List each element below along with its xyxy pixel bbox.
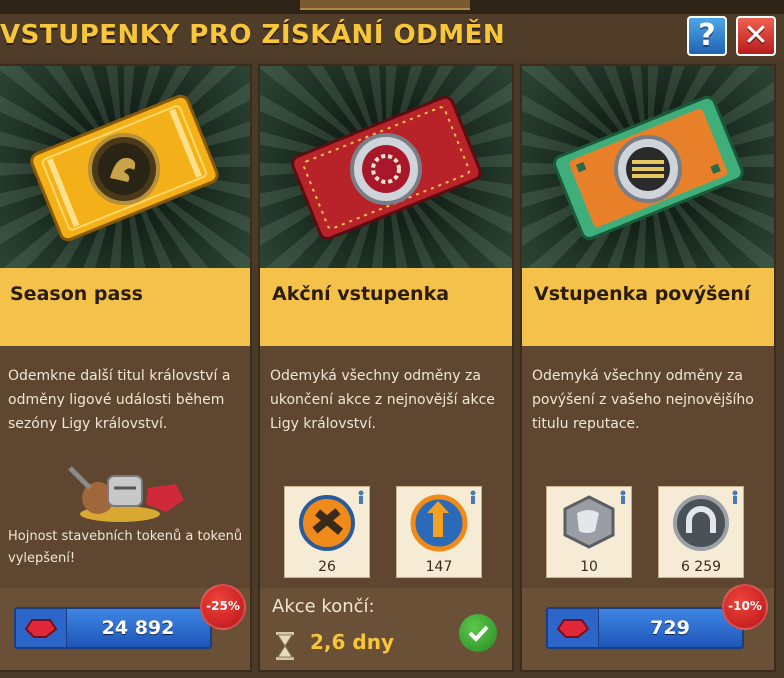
card-footer: Akce končí: 2,6 dny <box>260 588 512 670</box>
hourglass-icon <box>276 632 294 660</box>
red-ticket-icon <box>291 95 482 241</box>
ticket-art <box>522 66 774 268</box>
green-ticket-icon <box>553 95 744 241</box>
card-akcni-vstupenka[interactable]: Akční vstupenka Odemyká všechny odměny z… <box>260 66 512 670</box>
gem-icon <box>556 619 590 638</box>
top-strip <box>0 0 784 14</box>
card-footer: 24 892 -25% <box>0 584 250 670</box>
price-label: 729 <box>650 617 690 639</box>
card-bonus-text: Hojnost stavebních tokenů a tokenů vylep… <box>8 529 243 566</box>
owned-check-icon <box>459 614 497 652</box>
reward-item[interactable]: 26 <box>284 486 370 578</box>
info-icon[interactable] <box>730 490 740 504</box>
info-icon[interactable] <box>618 490 628 504</box>
golden-ticket-icon <box>30 94 219 242</box>
reward-item[interactable]: 147 <box>396 486 482 578</box>
reward-item[interactable]: 10 <box>546 486 632 578</box>
card-name: Season pass <box>10 283 143 305</box>
discount-badge: -25% <box>200 584 246 630</box>
ticket-art <box>0 66 250 268</box>
card-description: Odemyká všechny odměny za povýšení z vaš… <box>532 368 754 432</box>
event-ends-label: Akce končí: <box>272 596 375 617</box>
buy-button[interactable]: 729 <box>546 607 744 649</box>
price-label: 24 892 <box>101 617 175 639</box>
reward-item[interactable]: 6 259 <box>658 486 744 578</box>
gem-icon <box>24 619 58 638</box>
info-icon[interactable] <box>468 490 478 504</box>
page-title: VSTUPENKY PRO ZÍSKÁNÍ ODMĚN <box>0 20 506 50</box>
card-name: Akční vstupenka <box>272 283 450 305</box>
card-name: Vstupenka povýšení <box>534 283 751 305</box>
laurel-wreath-icon <box>362 145 410 193</box>
reward-count: 26 <box>318 559 336 575</box>
card-description: Odemkne další titul království a odměny … <box>8 368 231 432</box>
discount-badge: -10% <box>722 584 768 630</box>
card-season-pass[interactable]: Season pass Odemkne další titul královst… <box>0 66 250 670</box>
help-button[interactable]: ? <box>687 16 727 56</box>
treasure-bundle-icon <box>68 466 184 522</box>
card-footer: 729 -10% <box>522 584 774 670</box>
buy-button[interactable]: 24 892 <box>14 607 212 649</box>
info-icon[interactable] <box>356 490 366 504</box>
card-description: Odemyká všechny odměny za ukončení akce … <box>270 368 495 432</box>
top-notch <box>300 0 470 10</box>
reward-count: 147 <box>425 559 453 575</box>
card-name-bar: Akční vstupenka <box>260 268 512 346</box>
reward-count: 6 259 <box>680 559 722 575</box>
event-ends-value: 2,6 dny <box>310 630 394 654</box>
card-name-bar: Vstupenka povýšení <box>522 268 774 346</box>
reward-count: 10 <box>580 559 598 575</box>
card-name-bar: Season pass <box>0 268 250 346</box>
card-vstupenka-povyseni[interactable]: Vstupenka povýšení Odemyká všechny odměn… <box>522 66 774 670</box>
ticket-art <box>260 66 512 268</box>
close-button[interactable]: ✕ <box>736 16 776 56</box>
